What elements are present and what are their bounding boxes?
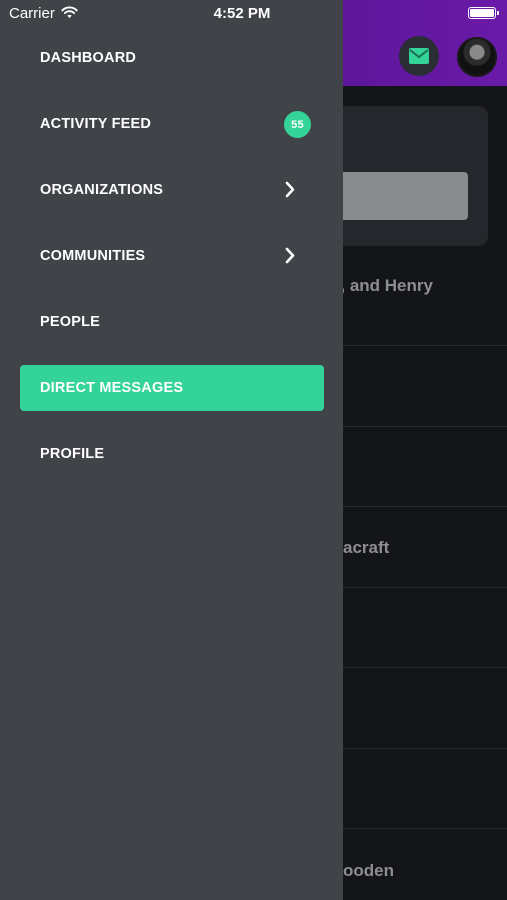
nav-item-label: COMMUNITIES — [40, 248, 146, 264]
chevron-right-icon — [285, 181, 295, 198]
navigation-drawer: DASHBOARD ACTIVITY FEED 55 ORGANIZATIONS… — [0, 0, 343, 900]
list-item-title[interactable]: acraft — [343, 538, 389, 558]
nav-item-people[interactable]: PEOPLE — [20, 299, 324, 345]
nav-item-profile[interactable]: PROFILE — [20, 431, 324, 477]
list-item-title[interactable]: n, and Henry — [330, 276, 433, 296]
nav-item-label: PEOPLE — [40, 314, 101, 330]
nav-item-label: ORGANIZATIONS — [40, 182, 164, 198]
notification-badge: 55 — [284, 111, 311, 138]
nav-item-label: DIRECT MESSAGES — [40, 380, 184, 396]
nav-item-organizations[interactable]: ORGANIZATIONS — [20, 167, 324, 213]
battery-icon — [468, 7, 499, 19]
messages-button[interactable] — [399, 36, 439, 76]
status-time: 4:52 PM — [213, 5, 271, 22]
list-item-title[interactable]: ooden — [343, 861, 394, 881]
nav-item-dashboard[interactable]: DASHBOARD — [20, 35, 324, 81]
chevron-right-icon — [285, 247, 295, 264]
user-avatar[interactable] — [457, 37, 497, 77]
nav-item-label: ACTIVITY FEED — [40, 116, 152, 132]
nav-item-direct-messages[interactable]: DIRECT MESSAGES — [20, 365, 324, 411]
nav-item-communities[interactable]: COMMUNITIES — [20, 233, 324, 279]
nav-item-label: PROFILE — [40, 446, 105, 462]
nav-item-label: DASHBOARD — [40, 50, 137, 66]
nav-item-activity-feed[interactable]: ACTIVITY FEED 55 — [20, 101, 324, 147]
status-bar: Carrier 4:52 PM — [0, 0, 507, 28]
mail-icon — [409, 48, 429, 64]
